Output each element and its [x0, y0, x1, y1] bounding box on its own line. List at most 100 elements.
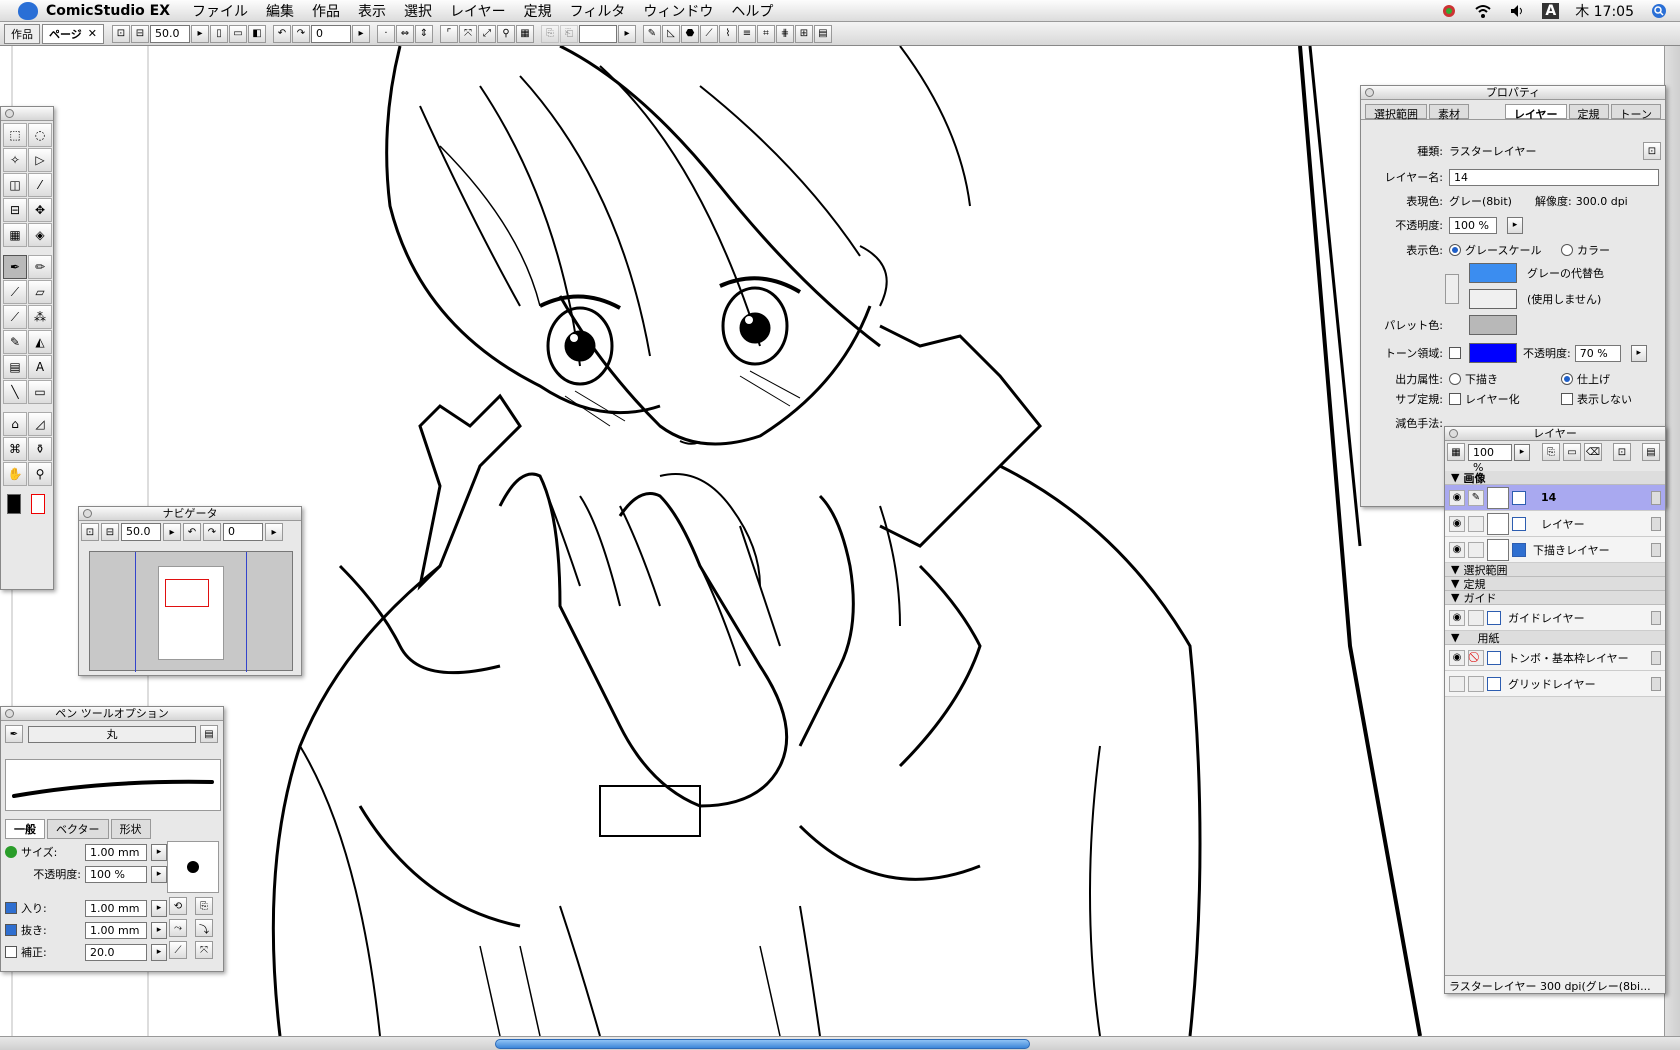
grid-button[interactable]: ⌗: [757, 24, 775, 43]
gradation-tool[interactable]: ▤: [3, 355, 27, 379]
group-guide[interactable]: ▼ ガイド: [1445, 591, 1665, 605]
layer-options-icon[interactable]: [1651, 610, 1661, 625]
palette-swatch[interactable]: [1469, 315, 1517, 335]
select-all-button[interactable]: ⌜: [440, 24, 458, 43]
rotate-right-button[interactable]: ↷: [292, 24, 310, 43]
eyedropper-tool[interactable]: ⁄: [28, 173, 52, 197]
flip-vertical-button[interactable]: ⇕: [415, 24, 433, 43]
layer-options-icon[interactable]: [1651, 676, 1661, 691]
rectangle-tool[interactable]: ▭: [28, 380, 52, 404]
eraser-tool[interactable]: ▱: [28, 280, 52, 304]
in-menu-button[interactable]: ▸: [151, 899, 167, 917]
edit-slot-icon[interactable]: [1468, 609, 1484, 626]
eye-off-icon[interactable]: [1449, 675, 1465, 692]
finish-radio[interactable]: [1561, 373, 1573, 385]
input-method-icon[interactable]: A: [1542, 3, 1560, 19]
ruler-snap-button[interactable]: ◺: [662, 24, 680, 43]
zoom-out-button[interactable]: ⊟: [131, 24, 149, 43]
layer-select-tool[interactable]: ◫: [3, 173, 27, 197]
eye-icon[interactable]: ◉: [1449, 515, 1465, 532]
magic-wand-tool[interactable]: ✧: [3, 148, 27, 172]
3d-tool[interactable]: ◈: [28, 223, 52, 247]
layer-row-14[interactable]: ◉ ✎ 14: [1445, 485, 1665, 511]
pen-preset-icon[interactable]: ✒: [5, 725, 23, 743]
delete-layer-button[interactable]: ⌫: [1584, 443, 1602, 461]
tone-opacity-menu-button[interactable]: ▸: [1630, 344, 1647, 362]
ruler-tool[interactable]: ▦: [3, 223, 27, 247]
tab-material[interactable]: 素材: [1429, 104, 1469, 121]
tone-opacity-input[interactable]: 70 %: [1574, 344, 1621, 362]
menu-edit[interactable]: 編集: [266, 1, 294, 21]
tab-vector[interactable]: ベクター: [47, 819, 109, 839]
angle-input[interactable]: 0: [311, 24, 351, 43]
selection-tool-button[interactable]: ⚲: [497, 24, 515, 43]
menu-file[interactable]: ファイル: [192, 1, 248, 21]
nav-zoom-menu-button[interactable]: ▸: [163, 523, 181, 541]
panel-menu-button[interactable]: ▤: [814, 24, 832, 43]
close-icon[interactable]: ✕: [88, 27, 97, 40]
object-select-tool[interactable]: ▷: [28, 148, 52, 172]
close-icon[interactable]: [1365, 88, 1374, 97]
curve-ruler-button[interactable]: ⌇: [719, 24, 737, 43]
menu-filter[interactable]: フィルタ: [570, 1, 626, 21]
status-app-icon[interactable]: [1440, 3, 1458, 19]
in-input[interactable]: 1.00 mm: [85, 899, 147, 917]
nav-angle-menu-button[interactable]: ▸: [265, 523, 283, 541]
correction-input[interactable]: 20.0: [85, 943, 147, 961]
horizontal-scroll-thumb[interactable]: [495, 1039, 1030, 1049]
layers-menu-button[interactable]: ▤: [1642, 443, 1660, 461]
vector-mode-button[interactable]: ⟋: [169, 941, 187, 959]
spotlight-icon[interactable]: [1650, 3, 1668, 19]
no-edit-icon[interactable]: ⃠: [1468, 649, 1484, 666]
stamp-tool[interactable]: ⚱: [28, 437, 52, 461]
zoom-input[interactable]: 50.0: [150, 24, 190, 43]
layer-row-draft[interactable]: ◉ 下描きレイヤー: [1445, 537, 1665, 563]
size-menu-button[interactable]: ▸: [151, 843, 167, 861]
correction-checkbox[interactable]: [5, 946, 17, 958]
layer-color-icon[interactable]: ▦: [1447, 443, 1465, 461]
pattern-tool[interactable]: ⌂: [3, 412, 27, 436]
brush-name[interactable]: 丸: [28, 725, 196, 743]
lasso-tool[interactable]: ◌: [28, 123, 52, 147]
close-icon[interactable]: [1449, 429, 1458, 438]
reset-rotation-button[interactable]: ·: [377, 24, 395, 43]
lock-icon[interactable]: ⊡: [1643, 142, 1661, 160]
parallel-button[interactable]: ≡: [738, 24, 756, 43]
airbrush-tool[interactable]: ⁂: [28, 305, 52, 329]
layer-row-grid[interactable]: グリッドレイヤー: [1445, 671, 1665, 697]
menu-help[interactable]: ヘルプ: [731, 1, 773, 21]
scale-button[interactable]: ⤢: [478, 24, 496, 43]
new-layer-button[interactable]: ⎘: [1542, 443, 1560, 461]
nav-fit-button[interactable]: ⊡: [81, 523, 99, 541]
apple-menu-icon[interactable]: [18, 1, 38, 20]
disclosure-triangle-icon[interactable]: ▼: [1451, 577, 1459, 590]
spread-view-button[interactable]: ▭: [229, 24, 247, 43]
layer-row-tombo[interactable]: ◉ ⃠ トンボ・基本枠レイヤー: [1445, 645, 1665, 671]
close-icon[interactable]: [83, 509, 92, 518]
layer-move-tool[interactable]: ⊟: [3, 198, 27, 222]
layer-options-icon[interactable]: [1651, 490, 1661, 505]
properties-titlebar[interactable]: プロパティ: [1361, 86, 1665, 100]
pen-options-titlebar[interactable]: ペン ツールオプション: [1, 707, 223, 721]
group-paper[interactable]: ▼ 用紙: [1445, 631, 1665, 645]
grid-snap-button[interactable]: ⋕: [776, 24, 794, 43]
move-tool[interactable]: ✥: [28, 198, 52, 222]
opacity-menu-button[interactable]: ▸: [1507, 216, 1523, 234]
out-menu-button[interactable]: ▸: [151, 921, 167, 939]
clock[interactable]: 木 17:05: [1575, 1, 1634, 21]
guide-snap-button[interactable]: ⊞: [795, 24, 813, 43]
marker-tool[interactable]: ⟋: [3, 280, 27, 304]
tab-ruler[interactable]: 定規: [1568, 104, 1609, 121]
hand-tool[interactable]: ✋: [3, 462, 27, 486]
menu-window[interactable]: ウィンドウ: [643, 1, 713, 21]
tab-tone[interactable]: トーン: [1610, 104, 1661, 121]
group-image[interactable]: ▼ 画像: [1445, 471, 1665, 485]
tone-tool[interactable]: ◿: [28, 412, 52, 436]
quick-mask-button[interactable]: ▦: [516, 24, 534, 43]
rotate-view-button[interactable]: ◧: [248, 24, 266, 43]
flip-horizontal-button[interactable]: ⇔: [396, 24, 414, 43]
tab-work[interactable]: 作品: [4, 23, 40, 44]
layer-opacity-menu-button[interactable]: ▸: [1514, 443, 1530, 461]
page-view-button[interactable]: ▯: [210, 24, 228, 43]
menu-ruler[interactable]: 定規: [524, 1, 552, 21]
